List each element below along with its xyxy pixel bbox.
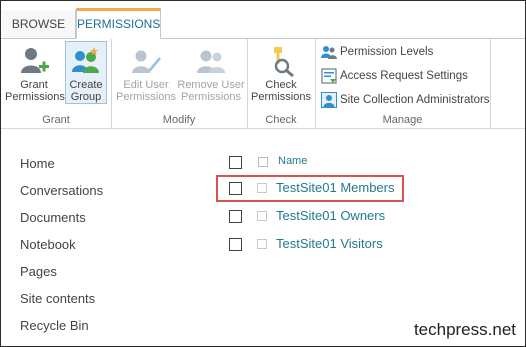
check-permissions-icon (274, 47, 294, 77)
remove-user-permissions-icon (197, 50, 225, 73)
edit-user-permissions-label-2: Permissions (116, 91, 176, 103)
create-group-button[interactable]: Create Group (65, 41, 107, 104)
row-checkbox[interactable] (229, 210, 242, 223)
group-check: Check Permissions Check (247, 39, 316, 128)
site-collection-administrators-icon (321, 92, 337, 108)
create-group-icon (72, 47, 99, 73)
edit-user-permissions-label-1: Edit User (123, 79, 169, 91)
group-manage-label: Manage (382, 114, 423, 126)
grant-permissions-button[interactable]: Grant Permissions (5, 45, 65, 103)
grant-permissions-label-2: Permissions (5, 91, 65, 103)
row-item-checkbox[interactable] (257, 239, 267, 249)
permission-levels-label: Permission Levels (340, 46, 434, 58)
nav-item-notebook[interactable]: Notebook (20, 237, 76, 252)
edit-user-permissions-button[interactable]: Edit User Permissions (115, 45, 177, 103)
edit-user-permissions-icon (132, 50, 161, 73)
highlight-box (216, 175, 404, 202)
ribbon: Grant Permissions Create Group Grant Edi… (1, 39, 525, 129)
grant-permissions-icon (21, 48, 49, 73)
item-type-column-icon (258, 157, 268, 167)
nav-item-site-contents[interactable]: Site contents (20, 291, 95, 306)
group-grant-label: Grant (42, 114, 70, 126)
group-check-label: Check (265, 114, 297, 126)
column-header-name[interactable]: Name (278, 155, 307, 167)
create-group-label-2: Group (70, 91, 102, 103)
access-request-settings-label: Access Request Settings (340, 70, 468, 82)
window-frame: BROWSE PERMISSIONS Grant Permissions Cre… (0, 0, 526, 347)
row-checkbox[interactable] (229, 238, 242, 251)
row-item-checkbox[interactable] (257, 211, 267, 221)
tab-browse[interactable]: BROWSE (2, 10, 76, 38)
nav-item-recycle-bin[interactable]: Recycle Bin (20, 318, 89, 333)
nav-item-home[interactable]: Home (20, 156, 55, 171)
group-modify: Edit User Permissions Remove User Permis… (111, 39, 248, 128)
permission-levels-icon (321, 46, 337, 59)
check-permissions-button[interactable]: Check Permissions (251, 45, 311, 103)
site-collection-administrators-button[interactable]: Site Collection Administrators (321, 91, 490, 109)
create-group-label-1: Create (69, 79, 103, 91)
site-collection-administrators-label: Site Collection Administrators (340, 94, 490, 106)
access-request-settings-icon (321, 68, 337, 84)
grant-permissions-label-1: Grant (20, 79, 48, 91)
group-manage: Permission Levels Access Request Setting… (315, 39, 491, 128)
remove-user-permissions-label-1: Remove User (177, 79, 245, 91)
access-request-settings-button[interactable]: Access Request Settings (321, 67, 468, 85)
tab-permissions[interactable]: PERMISSIONS (76, 8, 161, 39)
remove-user-permissions-button[interactable]: Remove User Permissions (177, 45, 245, 103)
nav-item-pages[interactable]: Pages (20, 264, 57, 279)
watermark: techpress.net (413, 320, 516, 339)
ribbon-tab-bar: BROWSE PERMISSIONS (1, 1, 525, 39)
group-link-visitors[interactable]: TestSite01 Visitors (276, 236, 383, 251)
group-link-owners[interactable]: TestSite01 Owners (276, 208, 385, 223)
group-modify-label: Modify (162, 114, 196, 126)
check-permissions-label-1: Check (265, 79, 297, 91)
group-grant: Grant Permissions Create Group Grant (1, 39, 112, 128)
select-all-checkbox[interactable] (229, 156, 242, 169)
remove-user-permissions-label-2: Permissions (181, 91, 241, 103)
permission-levels-button[interactable]: Permission Levels (321, 43, 433, 61)
check-permissions-label-2: Permissions (251, 91, 311, 103)
nav-item-conversations[interactable]: Conversations (20, 183, 103, 198)
nav-item-documents[interactable]: Documents (20, 210, 86, 225)
